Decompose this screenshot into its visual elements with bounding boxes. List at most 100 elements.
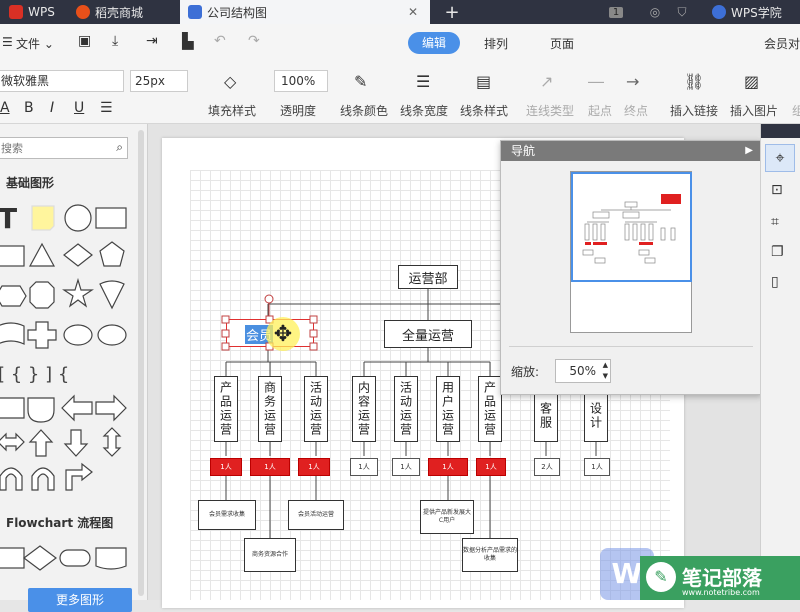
headcount-badge[interactable]: 1人 (298, 458, 330, 476)
image-icon[interactable]: ▨ (744, 72, 764, 92)
node-business-ops[interactable]: 商务运营 (258, 376, 282, 442)
mode-tab-arrange[interactable]: 排列 (484, 35, 508, 52)
wps-academy-link[interactable]: WPS学院 (712, 0, 800, 24)
insert-link-label[interactable]: 插入链接 (670, 102, 718, 119)
page-setup-icon[interactable]: ▯ (771, 274, 779, 290)
search-input[interactable] (0, 138, 107, 158)
diamond-shape (63, 243, 93, 267)
headcount-badge[interactable]: 1人 (350, 458, 378, 476)
format-painter-icon[interactable]: ▙ (182, 32, 194, 50)
headcount-badge[interactable]: 1人 (250, 458, 290, 476)
file-menu[interactable]: 文件 ⌄ (16, 35, 54, 52)
subtask-box[interactable]: 商务资源合作 (244, 538, 296, 572)
new-tab-button[interactable]: + (440, 0, 464, 24)
opacity-label[interactable]: 透明度 (280, 102, 316, 119)
collapse-icon[interactable]: ▶ (745, 141, 753, 161)
line-color-label[interactable]: 线条颜色 (340, 102, 388, 119)
font-family-select[interactable]: 微软雅黑 (0, 70, 124, 92)
tab-docer[interactable]: 稻壳商城 (66, 0, 176, 24)
connector-type-icon[interactable]: ↗ (540, 72, 560, 92)
tab-wps[interactable]: WPS (0, 0, 64, 24)
mode-tab-page[interactable]: 页面 (550, 35, 574, 52)
bold-icon[interactable]: B (24, 100, 34, 116)
crop-tool-icon[interactable]: ⌗ (771, 214, 779, 230)
node-operations-dept[interactable]: 运营部 (398, 265, 458, 289)
arrow-down-shape (63, 429, 89, 457)
close-tab-icon[interactable]: ✕ (408, 5, 418, 19)
insert-image-label[interactable]: 插入图片 (730, 102, 778, 119)
subtask-box[interactable]: 会员需求收集 (198, 500, 256, 530)
mode-tab-edit[interactable]: 编辑 (408, 32, 460, 54)
sidebar-scrollbar[interactable] (138, 130, 144, 596)
nav-header[interactable]: 导航 ▶ (501, 141, 761, 161)
headcount-badge[interactable]: 1人 (392, 458, 420, 476)
download-icon[interactable]: ⤓ (112, 33, 118, 49)
subtask-box[interactable]: 提供产品新发展大C用户 (420, 500, 474, 534)
node-activity-ops-1[interactable]: 活动运营 (304, 376, 328, 442)
pages-tool-icon[interactable]: ❐ (771, 244, 784, 260)
undo-icon[interactable]: ↶ (214, 33, 226, 49)
headcount-badge[interactable]: 2人 (534, 458, 560, 476)
tab-count-badge[interactable]: 1 (606, 0, 626, 24)
subtask-box[interactable]: 数据分析产品需求的收集 (462, 538, 518, 572)
zoom-input[interactable]: 50% ▲ ▼ (555, 359, 611, 383)
subtask-box[interactable]: 会员活动运营 (288, 500, 344, 530)
arrow-right-shape (95, 394, 127, 422)
headcount-badge[interactable]: 1人 (476, 458, 506, 476)
line-color-icon[interactable]: ✎ (354, 72, 374, 92)
node-product-ops-2[interactable]: 产品运营 (478, 376, 502, 442)
headcount-badge[interactable]: 1人 (428, 458, 468, 476)
start-point-label[interactable]: 起点 (588, 102, 612, 119)
end-point-label[interactable]: 终点 (624, 102, 648, 119)
export-icon[interactable]: ⇥ (146, 33, 158, 49)
fill-style-icon[interactable]: ◇ (224, 72, 244, 92)
save-icon[interactable]: ▣ (78, 33, 91, 49)
node-product-ops-1[interactable]: 产品运营 (214, 376, 238, 442)
start-point-icon[interactable]: ― (588, 72, 608, 92)
basic-shapes-header[interactable]: 基础图形 (6, 174, 54, 191)
node-user-ops[interactable]: 用户运营 (436, 376, 460, 442)
node-activity-ops-2[interactable]: 活动运营 (394, 376, 418, 442)
font-size-select[interactable]: 25px (130, 70, 188, 92)
more-shapes-button[interactable]: 更多图形 (28, 588, 132, 612)
node-full-operations[interactable]: 全量运营 (384, 320, 472, 348)
node-design[interactable]: 设计 (584, 390, 608, 442)
end-point-icon[interactable]: → (626, 72, 646, 92)
search-icon[interactable]: ⌕ (116, 140, 123, 155)
menu-icon[interactable]: ☰ (2, 35, 13, 49)
redo-icon[interactable]: ↷ (248, 33, 260, 49)
right-toolbar-header (761, 124, 800, 138)
connector-type-label[interactable]: 连线类型 (526, 102, 574, 119)
strikethrough-icon[interactable]: ☰ (100, 100, 113, 116)
nav-preview[interactable] (570, 171, 692, 333)
skin-icon[interactable]: ⛉ (672, 0, 692, 24)
tab-org-chart[interactable]: 公司结构图 ✕ (180, 0, 430, 24)
member-link[interactable]: 会员对 (764, 35, 800, 52)
node-content-ops[interactable]: 内容运营 (352, 376, 376, 442)
flowchart-header[interactable]: Flowchart 流程图 (6, 514, 113, 531)
group-label[interactable]: 组 (792, 102, 800, 119)
nav-viewport[interactable] (571, 172, 692, 282)
opacity-input[interactable]: 100% (274, 70, 328, 92)
navigator-tool-button[interactable]: ⌖ (765, 144, 795, 172)
format-tool-icon[interactable]: ⊡ (771, 182, 783, 198)
fill-style-label[interactable]: 填充样式 (208, 102, 256, 119)
line-width-label[interactable]: 线条宽度 (400, 102, 448, 119)
line-style-label[interactable]: 线条样式 (460, 102, 508, 119)
link-icon[interactable]: ⛓ (684, 72, 704, 92)
italic-icon[interactable]: I (50, 100, 54, 116)
callout-shape (97, 324, 127, 346)
line-style-icon[interactable]: ▤ (476, 72, 496, 92)
headcount-badge[interactable]: 1人 (210, 458, 242, 476)
align-left-icon[interactable]: A (0, 100, 10, 116)
node-customer-service[interactable]: 客服 (534, 390, 558, 442)
underline-icon[interactable]: U (74, 100, 84, 116)
shape-search-box[interactable]: ⌕ (0, 137, 128, 159)
wps-academy-icon (712, 5, 726, 19)
uturn-shape-2 (31, 467, 55, 491)
line-width-icon[interactable]: ☰ (416, 72, 436, 92)
headcount-badge[interactable]: 1人 (584, 458, 610, 476)
zoom-stepper-icon[interactable]: ▲ ▼ (603, 360, 608, 382)
docer-logo-icon (76, 5, 90, 19)
cloud-icon[interactable]: ◎ (645, 0, 665, 24)
